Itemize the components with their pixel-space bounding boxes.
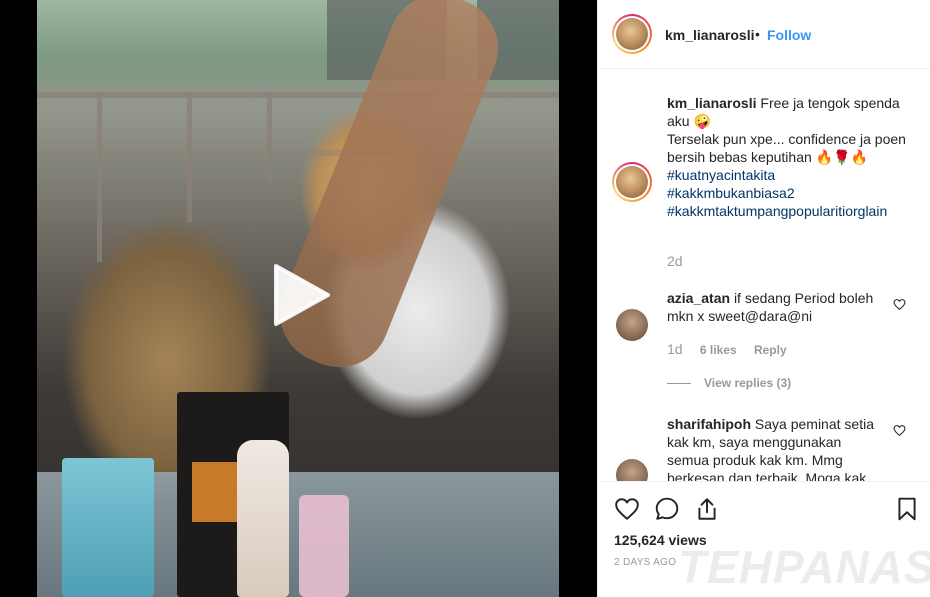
comment-timestamp[interactable]: 1d: [667, 341, 683, 357]
comment-username[interactable]: azia_atan: [667, 290, 730, 306]
avatar[interactable]: [612, 162, 652, 202]
comments-list[interactable]: km_lianarosli Free ja tengok spenda aku …: [598, 70, 930, 481]
comment: azia_atan if sedang Period boleh mkn x s…: [667, 289, 887, 325]
heart-icon[interactable]: [893, 298, 906, 311]
video-railing-post: [187, 92, 192, 222]
hashtag-link[interactable]: #kakkmbukanbiasa2: [667, 184, 912, 202]
bookmark-icon[interactable]: [894, 496, 920, 522]
video-railing: [37, 150, 559, 156]
hashtag-link[interactable]: #kuatnyacintakita: [667, 166, 912, 184]
video-product-box: [62, 458, 154, 597]
post-header: km_lianarosli • Follow: [598, 0, 930, 69]
comment-meta: 1d 6 likes Reply: [667, 341, 801, 357]
media-pane: [0, 0, 597, 597]
hashtag-link[interactable]: #kakkmtaktumpangpopularitiorglain: [667, 202, 912, 220]
watermark-text: TEHPANAS: [678, 541, 930, 593]
comment: sharifahipoh Saya peminat setia kak km, …: [667, 415, 887, 481]
post-sidebar: km_lianarosli • Follow km_lianarosli Fre…: [597, 0, 930, 597]
caption-username[interactable]: km_lianarosli: [667, 95, 757, 111]
video-product-bottle: [237, 440, 289, 597]
header-separator: •: [755, 26, 760, 42]
heart-icon[interactable]: [893, 424, 906, 437]
share-icon[interactable]: [694, 496, 720, 522]
view-replies-divider: [667, 383, 691, 384]
comment-likes[interactable]: 6 likes: [700, 343, 737, 357]
video-railing-post: [97, 92, 102, 262]
avatar[interactable]: [612, 14, 652, 54]
header-username[interactable]: km_lianarosli: [665, 27, 755, 43]
avatar[interactable]: [616, 459, 648, 481]
caption: km_lianarosli Free ja tengok spenda aku …: [667, 94, 912, 220]
view-replies-button[interactable]: View replies (3): [704, 376, 791, 390]
follow-button[interactable]: Follow: [767, 27, 811, 43]
caption-line-2: Terselak pun xpe... confidence ja poen b…: [667, 131, 906, 165]
heart-icon[interactable]: [614, 496, 640, 522]
post-timestamp[interactable]: 2 DAYS AGO: [614, 557, 676, 568]
comment-icon[interactable]: [654, 496, 680, 522]
video-product-jar: [299, 495, 349, 597]
view-count[interactable]: 125,624 views: [614, 532, 707, 548]
post-actions: TEHPANAS 125,624 views 2 DAYS AGO: [598, 481, 930, 597]
caption-timestamp[interactable]: 2d: [667, 253, 683, 269]
play-icon[interactable]: [268, 262, 334, 328]
avatar[interactable]: [616, 309, 648, 341]
reply-button[interactable]: Reply: [754, 343, 787, 357]
comment-username[interactable]: sharifahipoh: [667, 416, 751, 432]
video-railing-post: [267, 92, 272, 182]
